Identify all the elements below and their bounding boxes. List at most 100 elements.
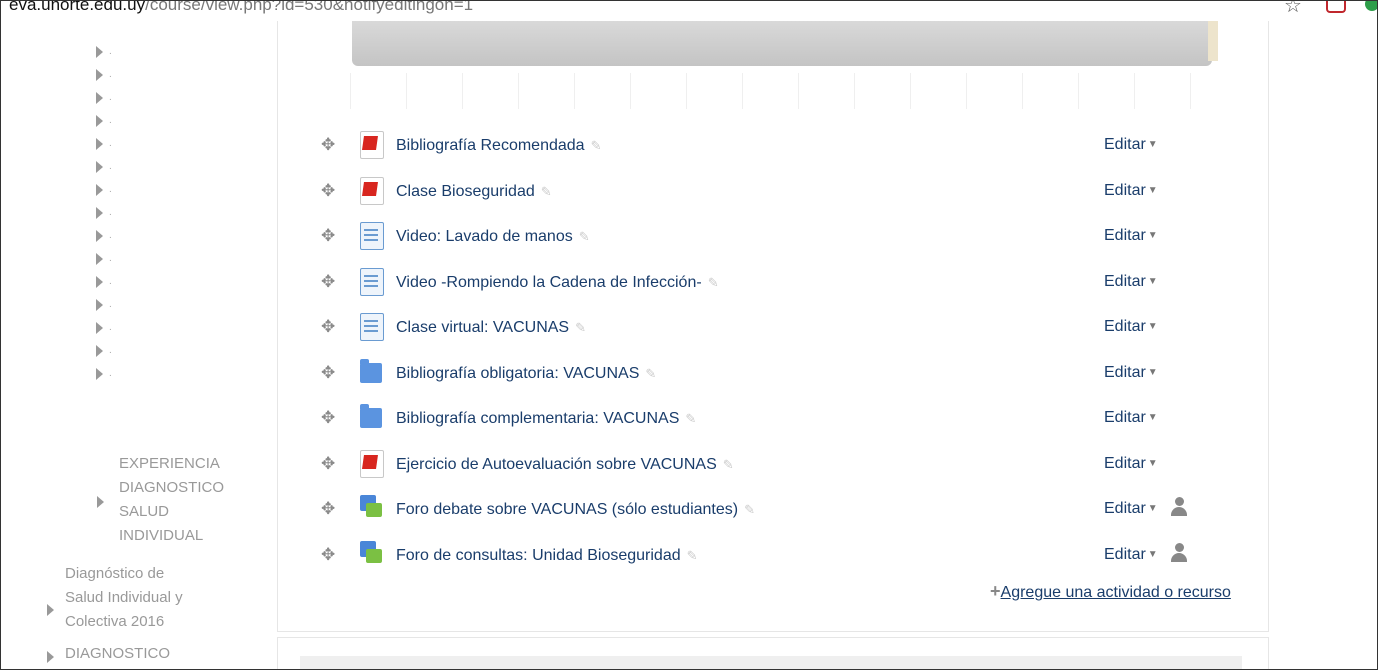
edit-title-pencil-icon[interactable]: ✎ xyxy=(685,411,696,427)
sidebar-course-label[interactable]: DIAGNOSTICO xyxy=(65,642,170,666)
sidebar-collapsed-item[interactable]: . xyxy=(96,89,112,109)
user-icon[interactable] xyxy=(1170,542,1188,563)
add-activity-link[interactable]: +Agregue una actividad o recurso xyxy=(990,581,1231,602)
edit-title-pencil-icon[interactable]: ✎ xyxy=(575,320,586,336)
url-text[interactable]: eva.unorte.edu.uy/course/view.php?id=530… xyxy=(9,1,473,15)
user-icon[interactable] xyxy=(1170,497,1188,517)
sidebar-course-label[interactable]: Diagnóstico de Salud Individual y Colectiv… xyxy=(65,562,183,634)
sidebar-collapsed-item[interactable]: . xyxy=(96,273,112,293)
activity-link[interactable]: Bibliografía Recomendada ✎ xyxy=(396,137,601,155)
address-bar[interactable]: eva.unorte.edu.uy/course/view.php?id=530… xyxy=(1,1,1377,21)
extension-icon[interactable] xyxy=(1326,1,1346,13)
chevron-down-icon: ▼ xyxy=(1147,412,1158,424)
edit-title-pencil-icon[interactable]: ✎ xyxy=(579,229,590,245)
sidebar-collapsed-item[interactable]: . xyxy=(96,43,112,63)
activity-row: ✥ Bibliografía complementaria: VACUNAS ✎ Ed… xyxy=(278,404,1268,434)
sidebar-collapsed-item[interactable]: . xyxy=(96,181,112,201)
expand-arrow-icon[interactable] xyxy=(96,91,103,104)
sidebar-collapsed-item[interactable]: . xyxy=(96,365,112,385)
activity-link[interactable]: Bibliografía obligatoria: VACUNAS ✎ xyxy=(396,365,656,383)
activity-link[interactable]: Video: Lavado de manos ✎ xyxy=(396,228,590,246)
edit-title-pencil-icon[interactable]: ✎ xyxy=(591,138,602,154)
expand-arrow-icon[interactable] xyxy=(96,344,103,357)
activity-link[interactable]: Clase virtual: VACUNAS ✎ xyxy=(396,319,586,337)
extension-icon-2[interactable] xyxy=(1365,1,1377,11)
move-icon[interactable]: ✥ xyxy=(321,499,335,519)
sidebar-collapsed-item[interactable]: . xyxy=(96,227,112,247)
move-icon[interactable]: ✥ xyxy=(321,363,335,383)
edit-title-pencil-icon[interactable]: ✎ xyxy=(687,548,698,564)
edit-menu-label: Editar xyxy=(1104,500,1146,517)
expand-arrow-icon[interactable] xyxy=(96,229,103,242)
expand-arrow-icon[interactable] xyxy=(96,298,103,311)
section-banner-edge xyxy=(1208,21,1218,61)
sidebar-collapsed-item[interactable]: . xyxy=(96,158,112,178)
activity-link[interactable]: Ejercicio de Autoevaluación sobre VACUNA… xyxy=(396,456,734,474)
expand-arrow-icon[interactable] xyxy=(96,367,103,380)
edit-title-pencil-icon[interactable]: ✎ xyxy=(708,275,719,291)
edit-menu-label: Editar xyxy=(1104,227,1146,244)
activity-row: ✥ Bibliografía obligatoria: VACUNAS ✎ Edita… xyxy=(278,358,1268,389)
expand-arrow-icon[interactable] xyxy=(96,68,103,81)
expand-arrow-icon[interactable] xyxy=(96,114,103,127)
edit-menu-button[interactable]: Editar ▼ xyxy=(1104,318,1158,336)
edit-menu-button[interactable]: Editar ▼ xyxy=(1104,136,1158,154)
sidebar-collapsed-item[interactable]: . xyxy=(96,66,112,86)
sidebar-item-label: . xyxy=(109,322,112,334)
move-icon[interactable]: ✥ xyxy=(321,317,335,337)
activity-link[interactable]: Foro de consultas: Unidad Bioseguridad ✎ xyxy=(396,547,698,565)
edit-title-pencil-icon[interactable]: ✎ xyxy=(723,457,734,473)
expand-arrow-icon[interactable] xyxy=(96,321,103,334)
sidebar-collapsed-item[interactable]: . xyxy=(96,112,112,132)
edit-menu-button[interactable]: Editar ▼ xyxy=(1104,455,1158,473)
move-icon[interactable]: ✥ xyxy=(321,545,335,565)
move-icon[interactable]: ✥ xyxy=(321,454,335,474)
move-icon[interactable]: ✥ xyxy=(321,181,335,201)
move-icon[interactable]: ✥ xyxy=(321,272,335,292)
expand-arrow-icon[interactable] xyxy=(96,160,103,173)
expand-arrow-icon[interactable] xyxy=(96,252,103,265)
edit-title-pencil-icon[interactable]: ✎ xyxy=(541,184,552,200)
star-icon[interactable]: ☆ xyxy=(1284,1,1302,18)
sidebar-collapsed-item[interactable]: . xyxy=(96,204,112,224)
activity-link[interactable]: Clase Bioseguridad ✎ xyxy=(396,183,552,201)
activity-link[interactable]: Foro debate sobre VACUNAS (sólo estudian… xyxy=(396,501,755,519)
expand-arrow-icon[interactable] xyxy=(96,137,103,150)
edit-menu-button[interactable]: Editar ▼ xyxy=(1104,546,1158,564)
chevron-down-icon: ▼ xyxy=(1147,321,1158,333)
edit-menu-button[interactable]: Editar ▼ xyxy=(1104,182,1158,200)
sidebar-collapsed-item[interactable]: . xyxy=(96,342,112,362)
activity-link[interactable]: Bibliografía complementaria: VACUNAS ✎ xyxy=(396,410,696,428)
edit-title-pencil-icon[interactable]: ✎ xyxy=(645,366,656,382)
edit-menu-button[interactable]: Editar ▼ xyxy=(1104,409,1158,427)
sidebar-item-label: . xyxy=(109,46,112,58)
sidebar-course-label-line: Salud Individual y xyxy=(65,589,183,606)
move-icon[interactable]: ✥ xyxy=(321,408,335,428)
page-icon xyxy=(360,267,384,296)
edit-menu-label: Editar xyxy=(1104,181,1146,199)
sidebar-collapsed-item[interactable]: . xyxy=(96,135,112,155)
activity-link[interactable]: Video -Rompiendo la Cadena de Infección-… xyxy=(396,274,719,292)
activity-name: Foro de consultas: Unidad Bioseguridad xyxy=(396,546,681,564)
move-icon[interactable]: ✥ xyxy=(321,135,335,155)
expand-arrow-icon[interactable] xyxy=(96,45,103,58)
edit-menu-button[interactable]: Editar ▼ xyxy=(1104,273,1158,291)
edit-menu-button[interactable]: Editar ▼ xyxy=(1104,500,1158,518)
expand-arrow-icon[interactable] xyxy=(97,496,104,508)
move-icon[interactable]: ✥ xyxy=(321,226,335,246)
chevron-down-icon: ▼ xyxy=(1147,275,1158,287)
edit-title-pencil-icon[interactable]: ✎ xyxy=(744,502,755,518)
edit-menu-button[interactable]: Editar ▼ xyxy=(1104,227,1158,245)
expand-arrow-icon[interactable] xyxy=(96,183,103,196)
expand-arrow-icon[interactable] xyxy=(47,651,54,663)
expand-arrow-icon[interactable] xyxy=(47,604,54,616)
edit-menu-button[interactable]: Editar ▼ xyxy=(1104,364,1158,382)
next-course-section xyxy=(277,637,1269,669)
sidebar-collapsed-item[interactable]: . xyxy=(96,250,112,270)
folder-icon xyxy=(360,358,382,383)
expand-arrow-icon[interactable] xyxy=(96,275,103,288)
expand-arrow-icon[interactable] xyxy=(96,206,103,219)
sidebar-collapsed-item[interactable]: . xyxy=(96,296,112,316)
sidebar-course-label[interactable]: EXPERIENCIA DIAGNOSTICO SALUD INDIVIDUAL xyxy=(119,452,224,548)
sidebar-collapsed-item[interactable]: . xyxy=(96,319,112,339)
